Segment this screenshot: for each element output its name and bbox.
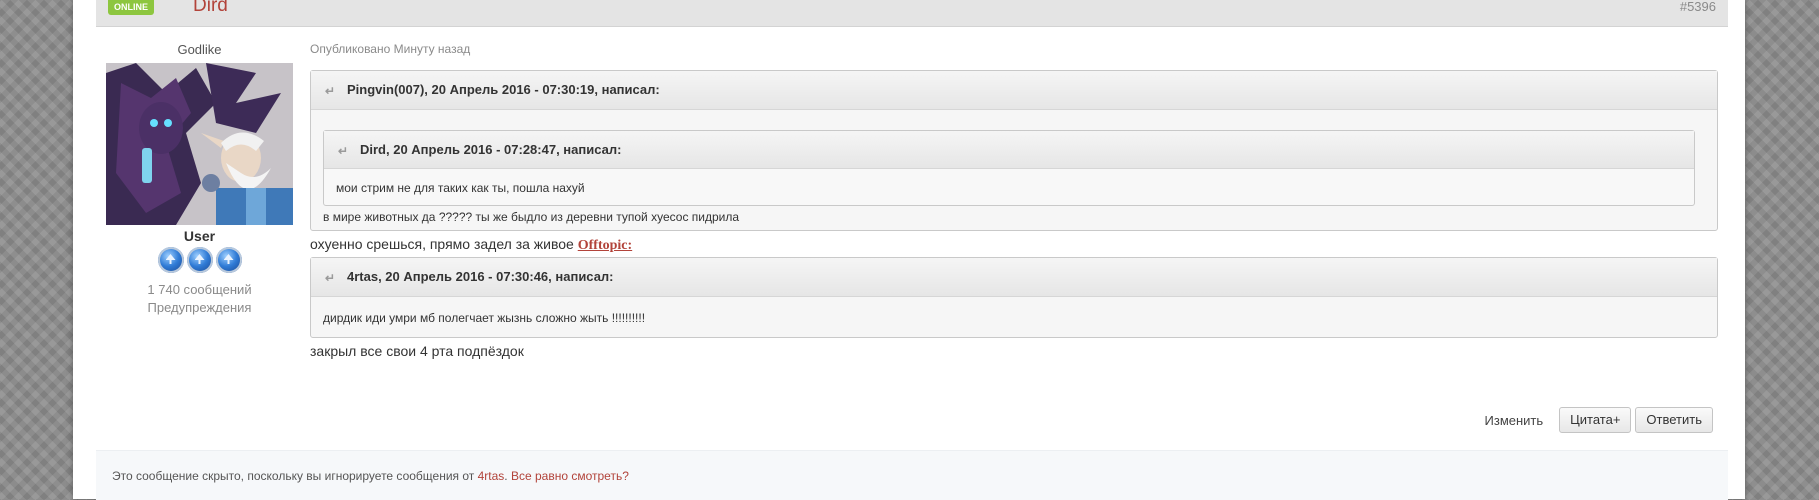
- ignored-post-notice: Это сообщение скрыто, поскольку вы игнор…: [96, 450, 1728, 500]
- ignored-notice-label: Это сообщение скрыто, поскольку вы игнор…: [112, 469, 478, 483]
- quote-arrow-icon: ↵: [325, 84, 336, 98]
- rank-pip-icon: [215, 247, 242, 273]
- rank-pip-icon: [157, 247, 184, 273]
- multiquote-button[interactable]: Цитата+: [1559, 407, 1632, 433]
- post-actions: Изменить Цитата+ Ответить: [1485, 407, 1713, 433]
- ignored-separator: .: [504, 469, 511, 483]
- ignored-notice-text: Это сообщение скрыто, поскольку вы игнор…: [112, 469, 629, 483]
- warnings-link[interactable]: Предупреждения: [106, 300, 293, 315]
- post-body: Опубликовано Минуту назад ↵ Pingvin(007)…: [310, 40, 1718, 359]
- post-text: охуенно срешься, прямо задел за живое Of…: [310, 236, 1718, 254]
- ignored-user-link[interactable]: 4rtas: [478, 469, 505, 483]
- user-group: User: [183, 228, 216, 244]
- page-container: ONLINE Dird #5396 Godlike User 1 740 соо…: [73, 0, 1745, 500]
- posts-count: 1 740 сообщений: [147, 282, 252, 297]
- quote-text: дирдик иди умри мб полегчает жызнь сложн…: [323, 311, 646, 325]
- post-text-line: охуенно срешься, прямо задел за живое: [310, 236, 578, 252]
- rank-pips: [106, 247, 293, 273]
- quote-citation-text: 4rtas, 20 Апрель 2016 - 07:30:46, написа…: [347, 269, 614, 284]
- edit-link[interactable]: Изменить: [1485, 413, 1544, 428]
- quote-text: в мире животных да ????? ты же быдло из …: [323, 210, 740, 224]
- quote-block: ↵ 4rtas, 20 Апрель 2016 - 07:30:46, напи…: [310, 257, 1718, 338]
- rank-pip-icon: [186, 247, 213, 273]
- avatar[interactable]: [106, 63, 293, 225]
- post-number-link[interactable]: #5396: [1680, 0, 1716, 14]
- author-name-link[interactable]: Dird: [193, 0, 228, 17]
- quote-arrow-icon: ↵: [325, 271, 336, 285]
- quote-arrow-icon: ↵: [338, 144, 349, 158]
- post-header: ONLINE Dird #5396: [96, 0, 1728, 27]
- quote-citation: ↵ Pingvin(007), 20 Апрель 2016 - 07:30:1…: [311, 71, 1717, 110]
- online-badge: ONLINE: [108, 0, 155, 15]
- user-title: Godlike: [177, 42, 222, 57]
- quote-citation: ↵ 4rtas, 20 Апрель 2016 - 07:30:46, напи…: [311, 258, 1717, 297]
- nested-quote-text: мои стрим не для таких как ты, пошла нах…: [336, 181, 585, 195]
- nested-quote-citation-text: Dird, 20 Апрель 2016 - 07:28:47, написал…: [360, 142, 622, 157]
- view-anyway-link[interactable]: Все равно смотреть?: [511, 469, 629, 483]
- post-text-line: закрыл все свои 4 рта подпёздок: [310, 343, 524, 359]
- reply-button[interactable]: Ответить: [1635, 407, 1713, 433]
- quote-citation-text: Pingvin(007), 20 Апрель 2016 - 07:30:19,…: [347, 82, 660, 97]
- posted-date: Опубликовано Минуту назад: [310, 42, 471, 56]
- offtopic-link[interactable]: Offtopic:: [578, 238, 632, 253]
- quote-block: ↵ Pingvin(007), 20 Апрель 2016 - 07:30:1…: [310, 70, 1718, 231]
- nested-quote-citation: ↵ Dird, 20 Апрель 2016 - 07:28:47, напис…: [324, 131, 1694, 169]
- nested-quote-block: ↵ Dird, 20 Апрель 2016 - 07:28:47, напис…: [323, 130, 1695, 206]
- user-info-panel: Godlike User 1 740 сообщений Предупрежде…: [106, 40, 293, 315]
